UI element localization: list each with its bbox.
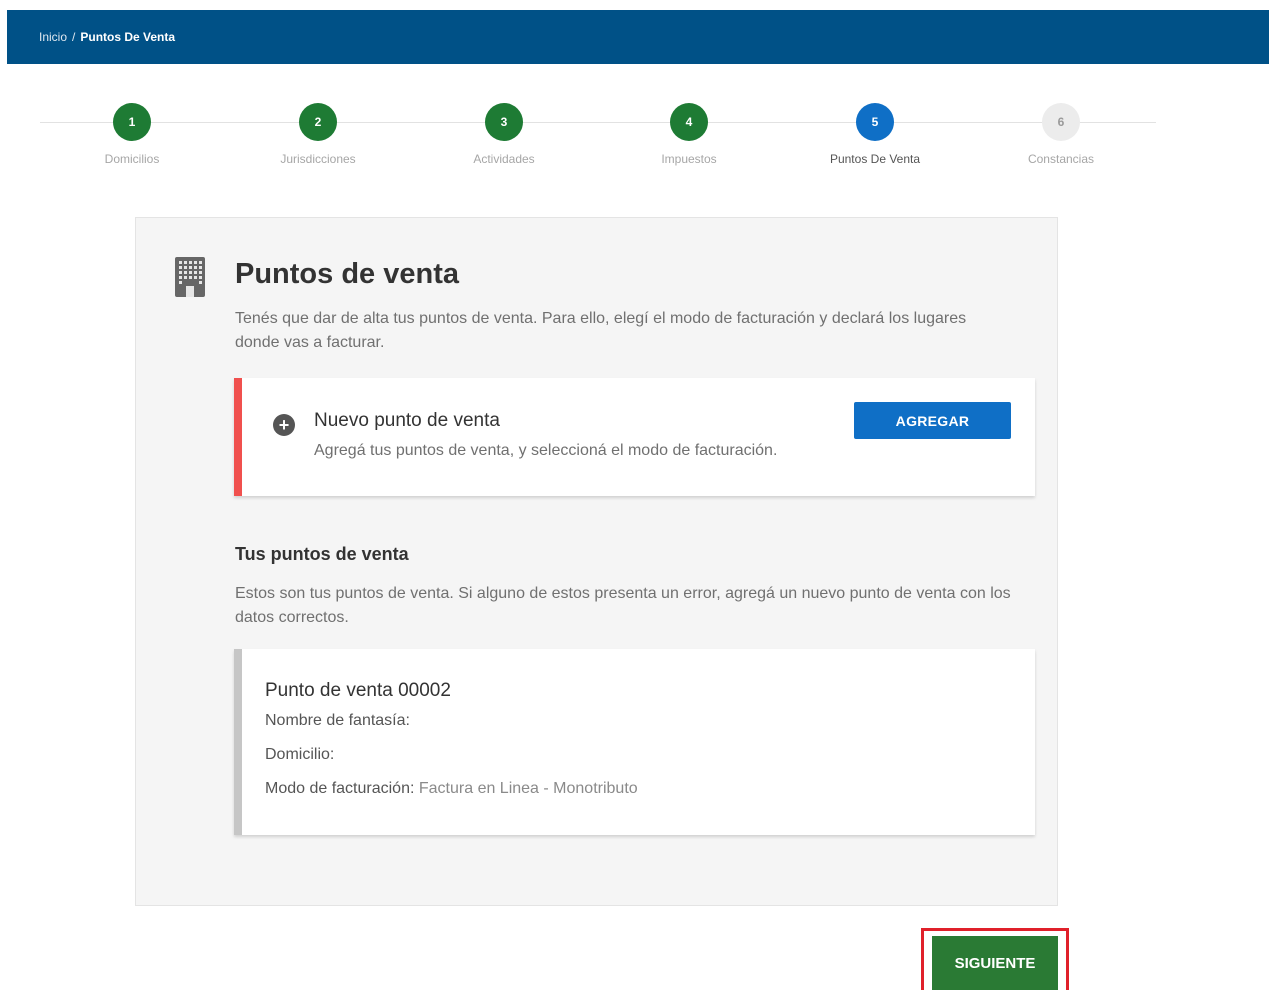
- billing-mode-label: Modo de facturación:: [265, 780, 415, 797]
- step-label: Jurisdicciones: [280, 152, 356, 166]
- step-circle: 2: [299, 103, 337, 141]
- step-label: Actividades: [473, 152, 535, 166]
- fantasy-name-label: Nombre de fantasía:: [265, 712, 410, 729]
- step-actividades: 3 Actividades: [424, 100, 584, 166]
- step-jurisdicciones: 2 Jurisdicciones: [238, 100, 398, 166]
- step-domicilios: 1 Domicilios: [52, 100, 212, 166]
- fantasy-name-row: Nombre de fantasía:: [265, 712, 410, 730]
- list-title: Tus puntos de venta: [235, 544, 409, 564]
- page-intro: Tenés que dar de alta tus puntos de vent…: [235, 310, 967, 351]
- breadcrumb-home-link[interactable]: Inicio: [39, 30, 67, 44]
- billing-mode-value: Factura en Linea - Monotributo: [418, 780, 638, 797]
- step-label: Puntos De Venta: [829, 152, 921, 166]
- breadcrumb-current: Puntos De Venta: [80, 30, 176, 44]
- new-point-description: Agregá tus puntos de venta, y seleccioná…: [314, 442, 778, 459]
- next-button[interactable]: SIGUIENTE: [932, 936, 1058, 990]
- step-circle: 3: [485, 103, 523, 141]
- step-label: Impuestos: [661, 152, 717, 166]
- billing-mode-row: Modo de facturación: Factura en Linea - …: [265, 780, 638, 798]
- address-row: Domicilio:: [265, 746, 334, 764]
- add-circle-icon: +: [273, 414, 295, 436]
- point-of-sale-item: Punto de venta 00002 Nombre de fantasía:…: [234, 649, 1035, 835]
- step-circle: 4: [670, 103, 708, 141]
- address-label: Domicilio:: [265, 746, 335, 763]
- top-header-bar: Inicio / Puntos De Venta: [7, 10, 1269, 64]
- new-point-title: Nuevo punto de venta: [314, 410, 500, 431]
- add-point-button[interactable]: AGREGAR: [854, 402, 1011, 439]
- list-description: Estos son tus puntos de venta. Si alguno…: [235, 585, 1011, 626]
- page-title: Puntos de venta: [235, 258, 459, 290]
- step-puntos-de-venta: 5 Puntos De Venta: [795, 100, 955, 166]
- step-constancias: 6 Constancias: [981, 100, 1141, 166]
- building-icon: [175, 257, 205, 297]
- step-circle: 1: [113, 103, 151, 141]
- point-title: Punto de venta 00002: [265, 680, 451, 701]
- step-circle: 6: [1042, 103, 1080, 141]
- progress-stepper: 1 Domicilios 2 Jurisdicciones 3 Activida…: [40, 100, 1156, 180]
- step-impuestos: 4 Impuestos: [609, 100, 769, 166]
- step-label: Domicilios: [104, 152, 160, 166]
- breadcrumb-separator: /: [72, 30, 76, 44]
- new-point-of-sale-panel: + Nuevo punto de venta Agregá tus puntos…: [234, 378, 1035, 496]
- step-circle: 5: [856, 103, 894, 141]
- main-card: Puntos de venta Tenés que dar de alta tu…: [135, 217, 1058, 906]
- step-label: Constancias: [1027, 152, 1095, 166]
